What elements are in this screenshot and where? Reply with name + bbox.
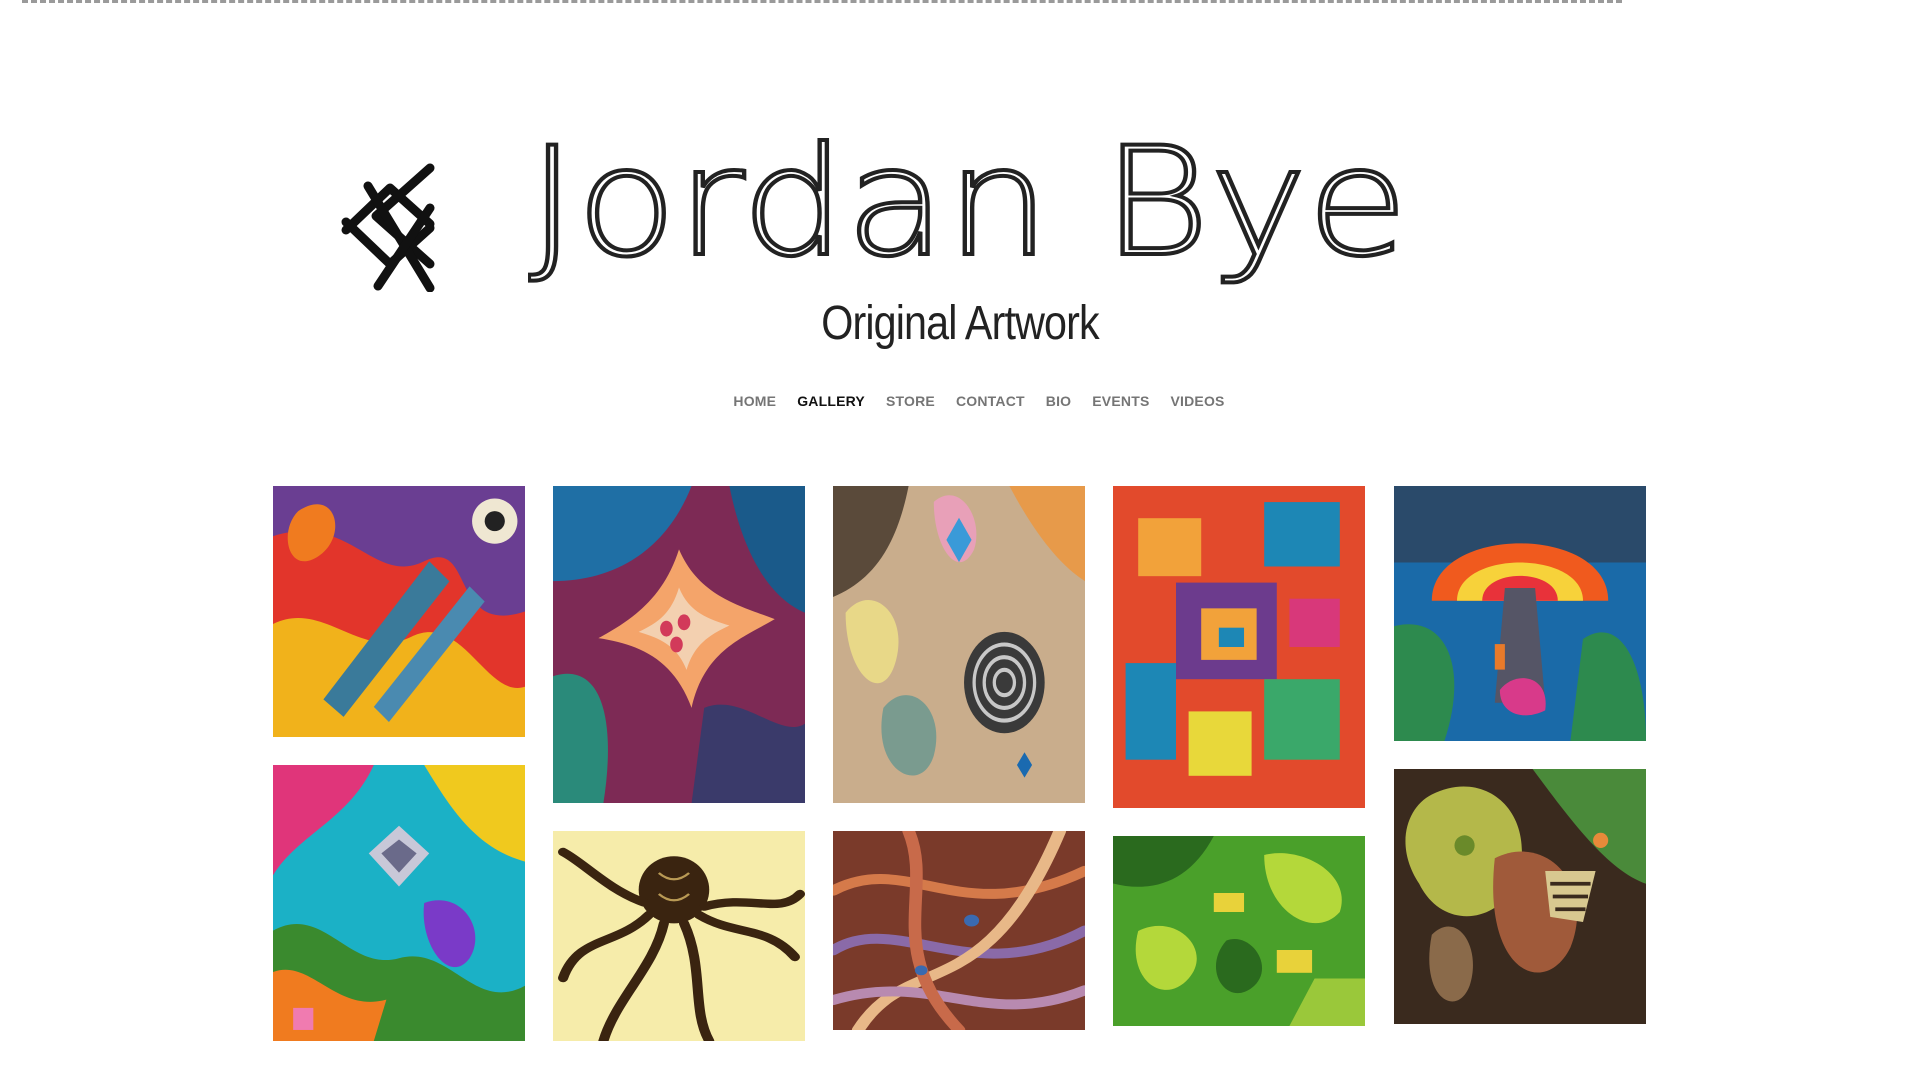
artwork-tile-7[interactable] <box>553 831 805 1041</box>
nav-home[interactable]: HOME <box>733 393 776 409</box>
green-abstract-painting-icon <box>1113 836 1365 1026</box>
nav-bio[interactable]: BIO <box>1046 393 1072 409</box>
artwork-tile-9[interactable] <box>1113 836 1365 1026</box>
mushroom-abstract-painting-icon <box>1394 486 1646 741</box>
logo-icon[interactable] <box>338 160 438 292</box>
octopus-ink-drawing-icon <box>553 831 805 1041</box>
page: Jordan Bye Original Artwork HOME GALLERY… <box>0 0 1920 1080</box>
artwork-tile-4[interactable] <box>1113 486 1365 808</box>
top-divider <box>22 0 1622 3</box>
nav-gallery[interactable]: GALLERY <box>797 393 865 409</box>
organic-abstract-painting-icon <box>1394 769 1646 1024</box>
nav-store[interactable]: STORE <box>886 393 935 409</box>
artwork-tile-3[interactable] <box>833 486 1085 803</box>
psychedelic-abstract-painting-icon <box>273 765 525 1041</box>
nav-contact[interactable]: CONTACT <box>956 393 1025 409</box>
brand-wordmark[interactable]: Jordan Bye <box>528 126 1428 296</box>
artwork-tile-8[interactable] <box>833 831 1085 1030</box>
brand-name: Jordan Bye <box>528 126 1408 290</box>
artwork-tile-6[interactable] <box>273 765 525 1041</box>
tagline: Original Artwork <box>821 297 1099 350</box>
main-nav: HOME GALLERY STORE CONTACT BIO EVENTS VI… <box>0 393 1920 409</box>
artwork-tile-2[interactable] <box>553 486 805 803</box>
artwork-tile-5[interactable] <box>1394 486 1646 741</box>
abstract-warm-painting-icon <box>273 486 525 737</box>
artwork-tile-1[interactable] <box>273 486 525 737</box>
artwork-tile-10[interactable] <box>1394 769 1646 1024</box>
floral-abstract-painting-icon <box>553 486 805 803</box>
tangled-abstract-painting-icon <box>833 831 1085 1030</box>
spiral-abstract-painting-icon <box>833 486 1085 803</box>
nav-videos[interactable]: VIDEOS <box>1170 393 1224 409</box>
nav-events[interactable]: EVENTS <box>1092 393 1149 409</box>
geometric-abstract-painting-icon <box>1113 486 1365 808</box>
